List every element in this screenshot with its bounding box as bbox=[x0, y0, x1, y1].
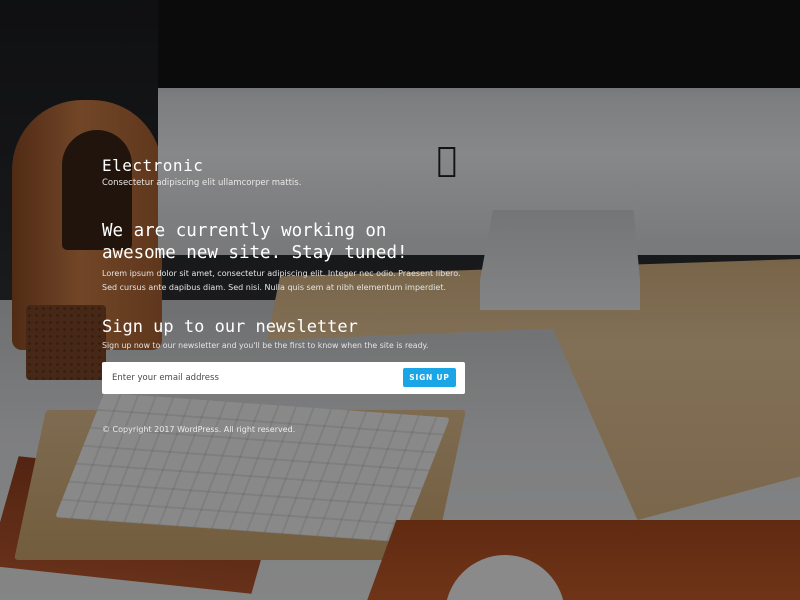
sign-up-button[interactable]: SIGN UP bbox=[403, 368, 456, 387]
coming-soon-content: Electronic Consectetur adipiscing elit u… bbox=[102, 156, 502, 434]
newsletter-heading: Sign up to our newsletter bbox=[102, 317, 358, 337]
newsletter-form: SIGN UP bbox=[102, 362, 465, 394]
copyright-text: © Copyright 2017 WordPress. All right re… bbox=[102, 425, 296, 434]
site-title: Electronic bbox=[102, 156, 204, 175]
newsletter-subheading: Sign up now to our newsletter and you'll… bbox=[102, 341, 429, 350]
hero-headline: We are currently working on awesome new … bbox=[102, 221, 408, 263]
site-tagline: Consectetur adipiscing elit ullamcorper … bbox=[102, 178, 302, 188]
hero-description: Lorem ipsum dolor sit amet, consectetur … bbox=[102, 269, 461, 292]
email-input[interactable] bbox=[102, 362, 392, 394]
